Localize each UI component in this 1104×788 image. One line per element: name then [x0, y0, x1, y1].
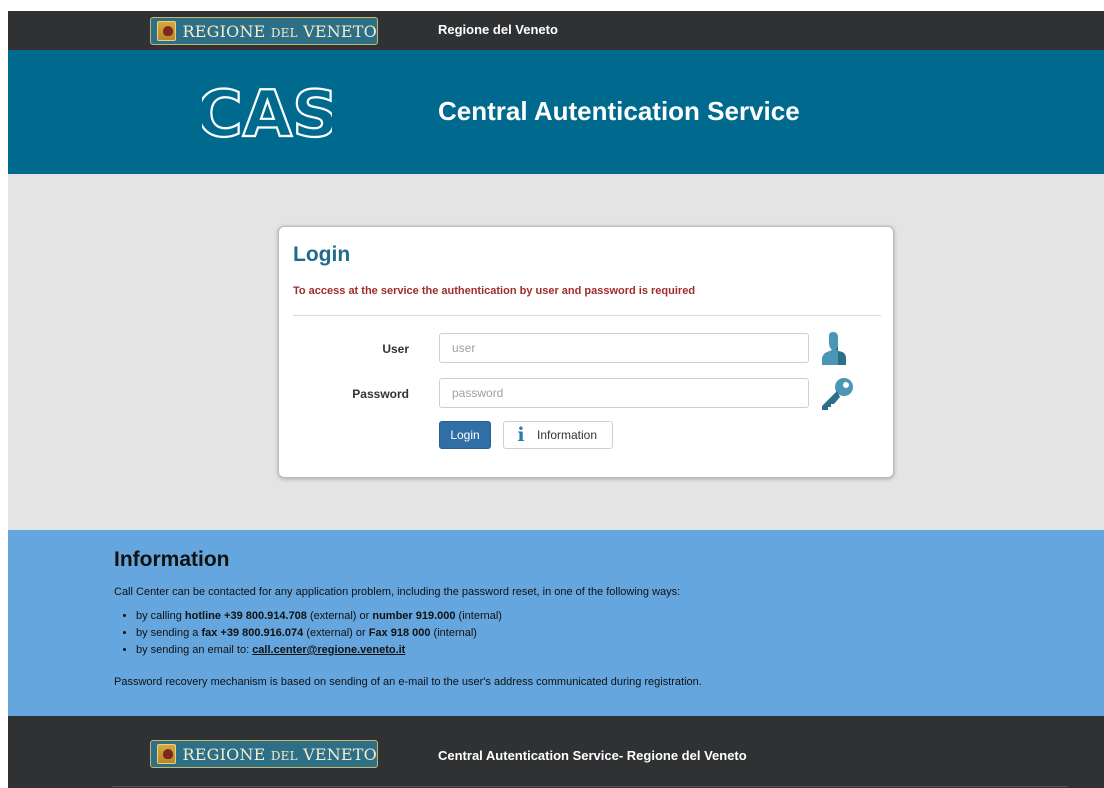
user-label: User [382, 342, 409, 356]
login-title: Login [293, 243, 351, 266]
hero-banner: CAS Central Autentication Service [8, 50, 1104, 174]
information-intro: Call Center can be contacted for any app… [114, 586, 681, 598]
contact-fax-item: by sending a fax +39 800.916.074 (extern… [136, 625, 502, 642]
footer: REGIONE DEL VENETO Central Autentication… [8, 716, 1104, 788]
page-title: Central Autentication Service [438, 96, 800, 126]
information-title: Information [114, 548, 230, 571]
login-card: Login To access at the service the authe… [278, 226, 894, 478]
info-icon: i [517, 423, 525, 446]
information-button-label: Information [537, 428, 598, 442]
regione-veneto-crest-icon [157, 21, 176, 41]
user-silhouette-icon [822, 332, 846, 365]
information-section: Information Call Center can be contacted… [8, 530, 1104, 716]
top-bar-title: Regione del Veneto [438, 22, 558, 37]
regione-veneto-crest-icon [157, 744, 176, 764]
password-input[interactable] [439, 378, 809, 408]
main-content: Login To access at the service the authe… [8, 174, 1104, 530]
footer-regione-veneto-logo[interactable]: REGIONE DEL VENETO [150, 740, 378, 768]
svg-text:CAS: CAS [202, 78, 332, 144]
login-button[interactable]: Login [439, 421, 491, 449]
email-link[interactable]: call.center@regione.veneto.it [252, 644, 405, 656]
login-subtitle: To access at the service the authenticat… [293, 285, 696, 297]
contact-phone-item: by calling hotline +39 800.914.708 (exte… [136, 608, 502, 625]
footer-divider [112, 786, 1068, 787]
contact-email-item: by sending an email to: call.center@regi… [136, 642, 502, 659]
divider [293, 315, 881, 316]
key-icon [822, 378, 853, 410]
contact-list: by calling hotline +39 800.914.708 (exte… [114, 608, 502, 659]
cas-logo-icon: CAS [202, 78, 332, 144]
password-label: Password [352, 387, 409, 401]
password-recovery-note: Password recovery mechanism is based on … [114, 676, 702, 688]
footer-title: Central Autentication Service- Regione d… [438, 748, 747, 763]
information-button[interactable]: i Information [503, 421, 613, 449]
top-bar: REGIONE DEL VENETO Regione del Veneto [8, 11, 1104, 50]
regione-veneto-logo[interactable]: REGIONE DEL VENETO [150, 17, 378, 45]
user-input[interactable] [439, 333, 809, 363]
footer-logo-text: REGIONE DEL VENETO [182, 744, 377, 764]
regione-veneto-logo-text: REGIONE DEL VENETO [182, 21, 377, 41]
